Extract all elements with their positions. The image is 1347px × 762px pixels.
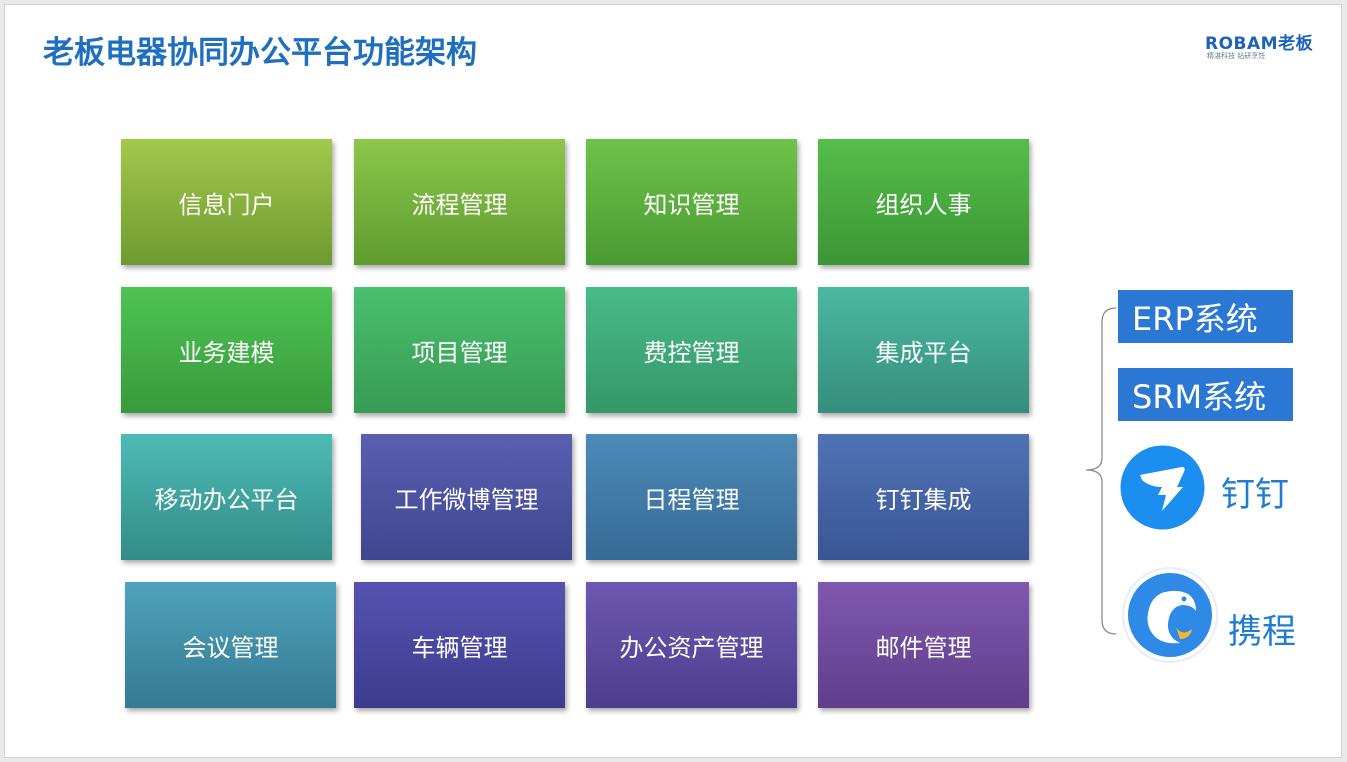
ctrip-label: 携程 — [1228, 612, 1296, 652]
module-tile[interactable]: 工作微博管理 — [361, 434, 572, 560]
module-label: 集成平台 — [875, 338, 972, 367]
dingtalk-label: 钉钉 — [1221, 475, 1289, 515]
module-tile[interactable]: 信息门户 — [121, 139, 332, 265]
module-label: 信息门户 — [178, 190, 275, 219]
srm-system-label: SRM系统 — [1132, 377, 1267, 416]
module-label: 费控管理 — [643, 338, 740, 367]
ctrip-dolphin-icon[interactable] — [1120, 567, 1220, 663]
module-tile[interactable]: 知识管理 — [586, 139, 797, 265]
module-tile[interactable]: 日程管理 — [586, 434, 797, 560]
module-label: 业务建模 — [178, 338, 275, 367]
module-label: 知识管理 — [643, 190, 740, 219]
module-label: 邮件管理 — [875, 633, 972, 662]
module-label: 钉钉集成 — [875, 485, 972, 514]
srm-system-box[interactable]: SRM系统 — [1118, 368, 1293, 421]
module-tile[interactable]: 车辆管理 — [354, 582, 565, 708]
logo-tagline: 精湛科技 钻研烹饪 — [1207, 52, 1266, 60]
module-label: 移动办公平台 — [154, 485, 299, 514]
module-tile[interactable]: 钉钉集成 — [818, 434, 1029, 560]
module-label: 流程管理 — [411, 190, 508, 219]
module-label: 组织人事 — [875, 190, 972, 219]
page-title: 老板电器协同办公平台功能架构 — [43, 35, 477, 71]
module-tile[interactable]: 移动办公平台 — [121, 434, 332, 560]
module-tile[interactable]: 流程管理 — [354, 139, 565, 265]
module-label: 办公资产管理 — [619, 633, 764, 662]
module-tile[interactable]: 费控管理 — [586, 287, 797, 413]
module-tile[interactable]: 业务建模 — [121, 287, 332, 413]
module-label: 会议管理 — [182, 633, 279, 662]
module-label: 工作微博管理 — [394, 485, 539, 514]
module-tile[interactable]: 集成平台 — [818, 287, 1029, 413]
module-tile[interactable]: 项目管理 — [354, 287, 565, 413]
module-label: 日程管理 — [643, 485, 740, 514]
robam-logo: ROBAM老板 精湛科技 钻研烹饪 — [1205, 29, 1320, 65]
module-tile[interactable]: 邮件管理 — [818, 582, 1029, 708]
dingtalk-icon[interactable] — [1120, 445, 1205, 530]
module-tile[interactable]: 办公资产管理 — [586, 582, 797, 708]
erp-system-box[interactable]: ERP系统 — [1118, 290, 1293, 343]
module-label: 项目管理 — [411, 338, 508, 367]
module-label: 车辆管理 — [411, 633, 508, 662]
module-tile[interactable]: 会议管理 — [125, 582, 336, 708]
integration-bracket — [1085, 307, 1117, 635]
erp-system-label: ERP系统 — [1132, 299, 1258, 338]
module-tile[interactable]: 组织人事 — [818, 139, 1029, 265]
